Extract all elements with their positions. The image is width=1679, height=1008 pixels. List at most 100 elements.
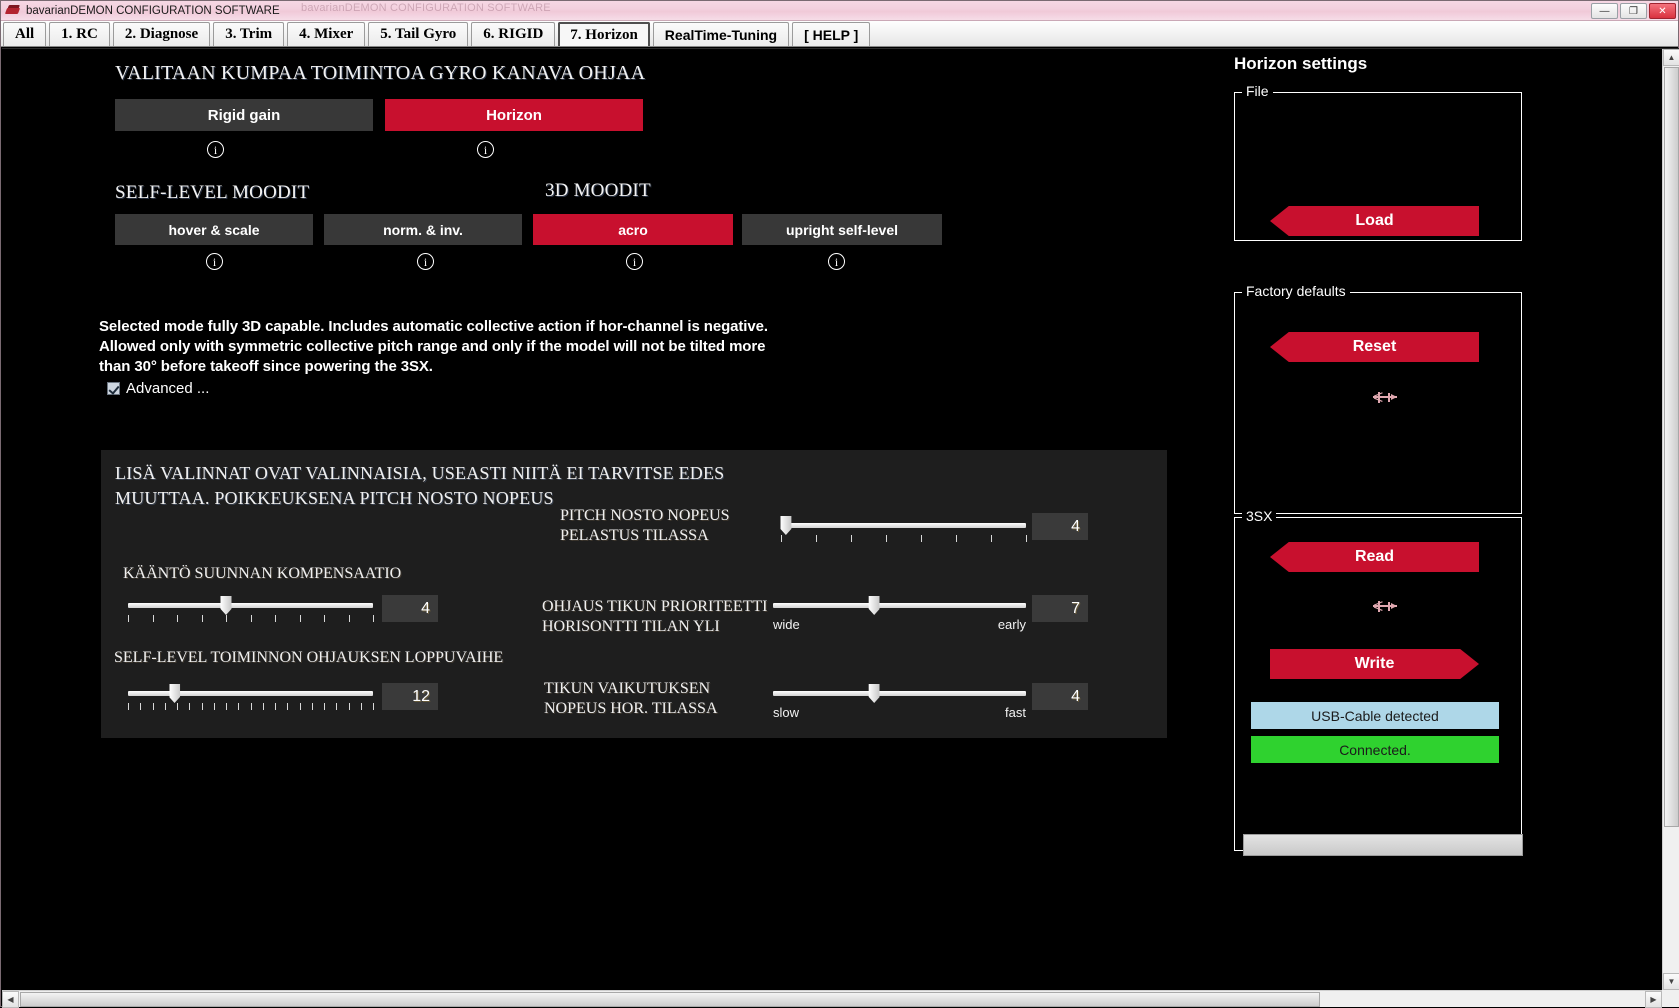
tab-help[interactable]: [ HELP ] [792, 22, 871, 46]
app-window: bavarianDEMON CONFIGURATION SOFTWARE bav… [0, 0, 1679, 1008]
horizontal-scrollbar[interactable]: ◀ ▶ [2, 990, 1662, 1008]
scroll-left-arrow[interactable]: ◀ [2, 991, 19, 1008]
advanced-checkbox[interactable] [107, 382, 120, 395]
norm-and-inv-button[interactable]: norm. & inv. [324, 214, 522, 245]
horizontal-scroll-thumb[interactable] [20, 992, 1320, 1007]
upright-self-level-button[interactable]: upright self-level [742, 214, 942, 245]
mode-description: Selected mode fully 3D capable. Includes… [99, 317, 768, 377]
slider-track[interactable] [128, 691, 373, 696]
slider-value-self-level-toiminnon-ohjauksen-loppuvaihe[interactable]: 12 [382, 683, 438, 710]
sidebar: Horizon settings File Load Factory defau… [1217, 49, 1662, 989]
group-factory-defaults: Factory defaults Reset [1234, 283, 1522, 514]
advanced-panel: LISÄ VALINNAT OVAT VALINNAISIA, USEASTI … [101, 450, 1167, 738]
slider-track[interactable] [128, 603, 373, 608]
helicopter-icon-3sx [1373, 601, 1397, 612]
scroll-down-arrow[interactable]: ▼ [1663, 973, 1679, 990]
slider-track[interactable] [773, 691, 1026, 696]
mode-description-line-3: than 30° before takeoff since powering t… [99, 358, 433, 375]
slider-label-line: OHJAUS TIKUN PRIORITEETTI [542, 598, 768, 615]
slider-value-pitch-nosto-nopeus[interactable]: 4 [1032, 513, 1088, 540]
slider-value-ohjaus-tikun-prioriteetti[interactable]: 7 [1032, 595, 1088, 622]
tab-bar: All 1. RC 2. Diagnose 3. Trim 4. Mixer 5. Tai… [1, 21, 1678, 47]
slider-thumb[interactable] [220, 596, 232, 615]
tab-all[interactable]: All [3, 22, 47, 46]
slider-label-line: HORISONTTI TILAN YLI [542, 618, 720, 635]
slider-label-line: NOPEUS HOR. TILASSA [544, 700, 718, 717]
scroll-up-arrow[interactable]: ▲ [1663, 49, 1679, 66]
tab-3-trim[interactable]: 3. Trim [213, 22, 285, 46]
info-icon-rigid-gain[interactable]: i [207, 141, 224, 158]
progress-bar [1243, 834, 1523, 856]
slider-min-label: slow [773, 705, 800, 720]
self-level-heading: SELF-LEVEL MOODIT [115, 182, 310, 203]
slider-value-tikun-vaikutuksen-nopeus[interactable]: 4 [1032, 683, 1088, 710]
tab-6-rigid[interactable]: 6. RIGID [471, 22, 556, 46]
slider-label-ohjaus-tikun-prioriteetti: OHJAUS TIKUN PRIORITEETTI HORISONTTI TILA… [542, 597, 767, 637]
reset-button[interactable]: Reset [1270, 332, 1479, 362]
status-usb-cable: USB-Cable detected [1251, 702, 1499, 729]
slider-track[interactable] [773, 603, 1026, 608]
scrollbar-corner [1662, 990, 1679, 1007]
slider-thumb[interactable] [868, 684, 880, 703]
slider-thumb[interactable] [169, 684, 181, 703]
close-button[interactable]: ✕ [1649, 3, 1676, 19]
slider-track[interactable] [781, 523, 1026, 528]
slider-min-label: wide [773, 617, 800, 632]
scroll-right-arrow[interactable]: ▶ [1645, 991, 1662, 1008]
slider-ticks [781, 535, 1027, 543]
slider-label-tikun-vaikutuksen-nopeus: TIKUN VAIKUTUKSEN NOPEUS HOR. TILASSA [544, 679, 718, 719]
advanced-checkbox-row[interactable]: Advanced ... [107, 380, 209, 397]
tab-7-horizon[interactable]: 7. Horizon [558, 22, 650, 46]
advanced-heading-line-1: LISÄ VALINNAT OVAT VALINNAISIA, USEASTI … [115, 463, 725, 483]
group-3sx: 3SX Read Write USB-Cable detected Connec… [1234, 508, 1522, 851]
vertical-scroll-thumb[interactable] [1664, 67, 1679, 827]
tab-4-mixer[interactable]: 4. Mixer [287, 22, 366, 46]
group-file-legend: File [1242, 83, 1273, 99]
slider-label-self-level-toiminnon-ohjauksen-loppuvaihe: SELF-LEVEL TOIMINNON OHJAUKSEN LOPPUVAIH… [114, 648, 503, 668]
tab-5-tail-gyro[interactable]: 5. Tail Gyro [368, 22, 469, 46]
load-button[interactable]: Load [1270, 206, 1479, 236]
acro-button[interactable]: acro [533, 214, 733, 245]
app-logo-icon [4, 4, 21, 18]
slider-label-line: TIKUN VAIKUTUKSEN [544, 680, 711, 697]
tab-1-rc[interactable]: 1. RC [49, 22, 110, 46]
slider-label-pitch-nosto-nopeus: PITCH NOSTO NOPEUS PELASTUS TILASSA [560, 506, 730, 546]
write-button[interactable]: Write [1270, 649, 1479, 679]
group-factory-defaults-legend: Factory defaults [1242, 283, 1350, 299]
horizon-button[interactable]: Horizon [385, 99, 643, 131]
slider-label-kaanto-suunnan-kompensaatio: KÄÄNTÖ SUUNNAN KOMPENSAATIO [123, 564, 401, 584]
tab-2-diagnose[interactable]: 2. Diagnose [112, 22, 211, 46]
gyro-channel-heading: VALITAAN KUMPAA TOIMINTOA GYRO KANAVA OH… [115, 62, 646, 84]
info-icon-upright-self-level[interactable]: i [828, 253, 845, 270]
read-button[interactable]: Read [1270, 542, 1479, 572]
window-title: bavarianDEMON CONFIGURATION SOFTWARE [26, 4, 280, 17]
slider-label-line: PELASTUS TILASSA [560, 527, 709, 544]
vertical-scrollbar[interactable]: ▲ ▼ [1662, 49, 1679, 990]
main-pane: VALITAAN KUMPAA TOIMINTOA GYRO KANAVA OH… [2, 49, 1217, 989]
group-3sx-legend: 3SX [1242, 508, 1277, 524]
content-area: VALITAAN KUMPAA TOIMINTOA GYRO KANAVA OH… [2, 48, 1679, 1008]
helicopter-icon-factory-defaults [1373, 392, 1397, 403]
slider-thumb[interactable] [780, 516, 792, 535]
slider-value-kaanto-suunnan-kompensaatio[interactable]: 4 [382, 595, 438, 622]
status-connected: Connected. [1251, 736, 1499, 763]
window-titlebar: bavarianDEMON CONFIGURATION SOFTWARE bav… [1, 1, 1678, 21]
info-icon-norm-and-inv[interactable]: i [417, 253, 434, 270]
rigid-gain-button[interactable]: Rigid gain [115, 99, 373, 131]
mode-description-line-2: Allowed only with symmetric collective p… [99, 338, 766, 355]
info-icon-hover-and-scale[interactable]: i [206, 253, 223, 270]
info-icon-horizon[interactable]: i [477, 141, 494, 158]
mode-description-line-1: Selected mode fully 3D capable. Includes… [99, 318, 768, 335]
tab-realtime-tuning[interactable]: RealTime-Tuning [652, 22, 790, 46]
maximize-button[interactable]: ❐ [1620, 3, 1647, 19]
slider-label-line: KÄÄNTÖ SUUNNAN KOMPENSAATIO [123, 565, 402, 582]
slider-label-line: PITCH NOSTO NOPEUS [560, 507, 730, 524]
slider-thumb[interactable] [868, 596, 880, 615]
slider-label-line: SELF-LEVEL TOIMINNON OHJAUKSEN LOPPUVAIH… [114, 649, 504, 666]
group-file: File Load [1234, 83, 1522, 241]
slider-max-label: fast [1005, 705, 1026, 720]
minimize-button[interactable]: — [1591, 3, 1618, 19]
hover-and-scale-button[interactable]: hover & scale [115, 214, 313, 245]
info-icon-acro[interactable]: i [626, 253, 643, 270]
slider-max-label: early [997, 617, 1026, 632]
